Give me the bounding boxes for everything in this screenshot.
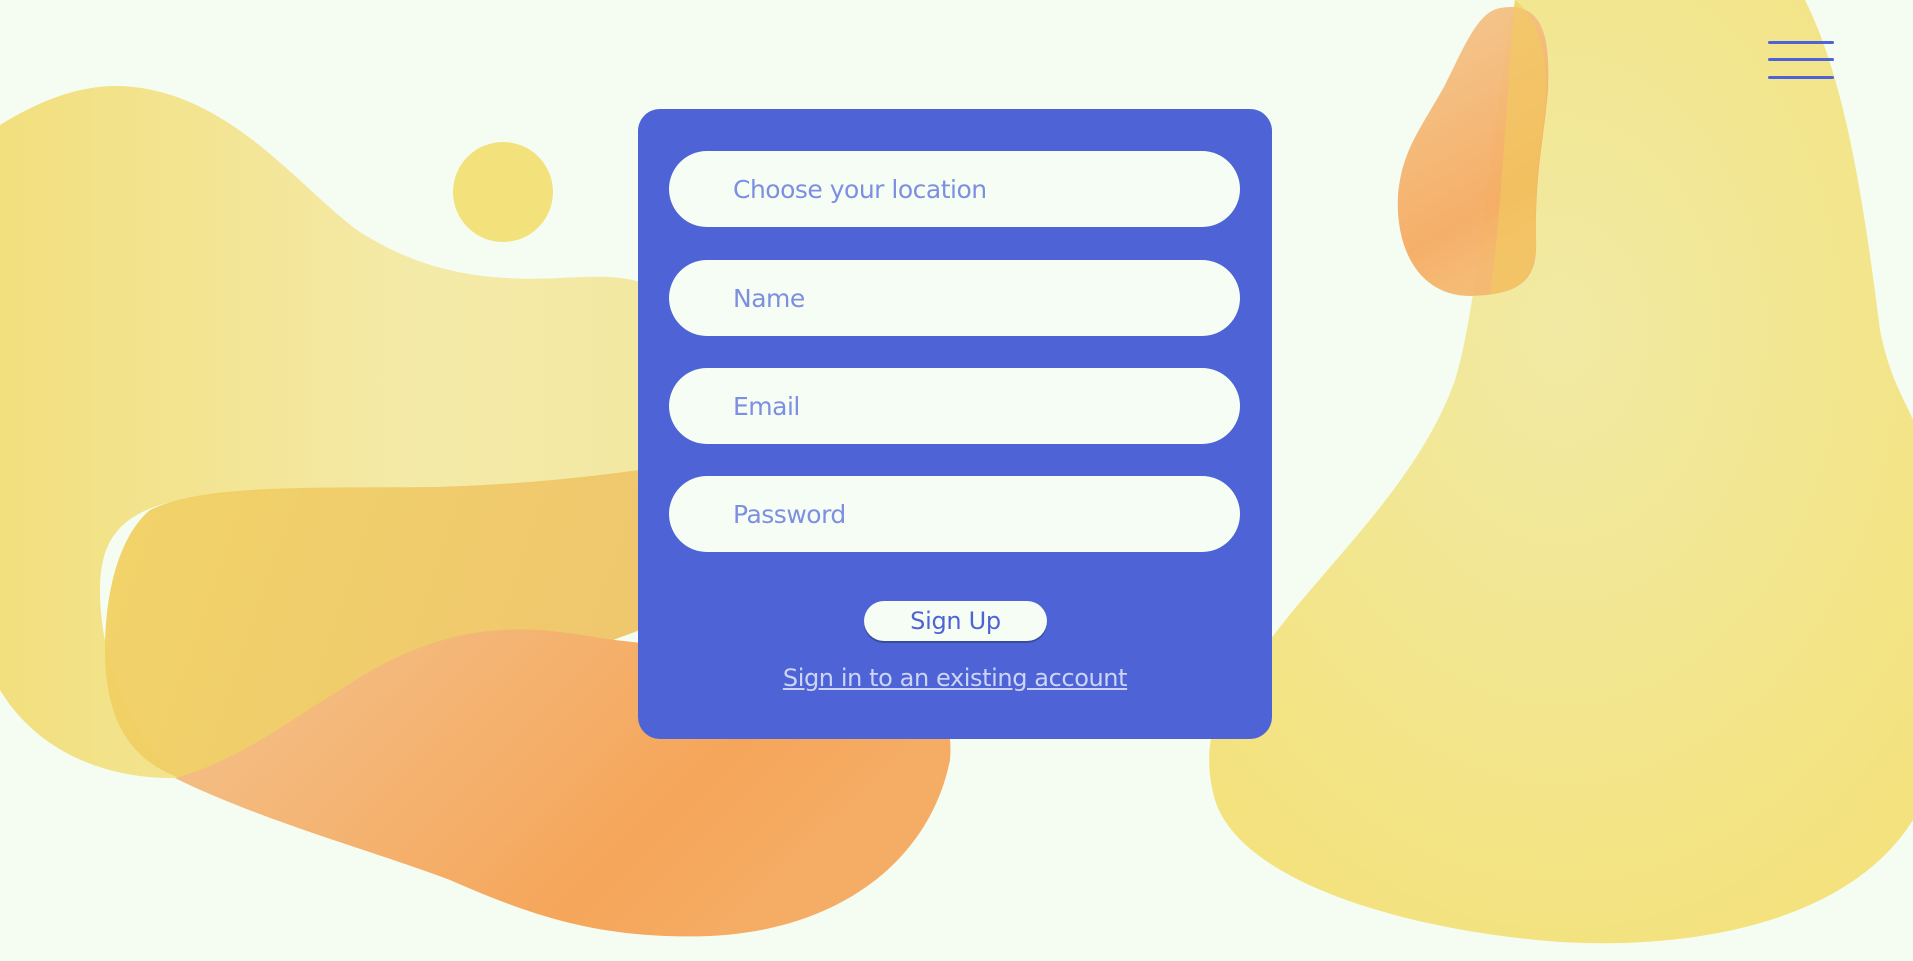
menu-bar-bottom xyxy=(1768,76,1834,79)
email-input[interactable] xyxy=(669,368,1240,444)
sign-in-link[interactable]: Sign in to an existing account xyxy=(638,664,1272,692)
location-input[interactable] xyxy=(669,151,1240,227)
page-background: Sign Up Sign in to an existing account xyxy=(0,0,1913,961)
password-input[interactable] xyxy=(669,476,1240,552)
name-field-wrapper xyxy=(669,260,1240,336)
name-input[interactable] xyxy=(669,260,1240,336)
signup-form-card: Sign Up Sign in to an existing account xyxy=(638,109,1272,739)
hamburger-menu-icon[interactable] xyxy=(1766,36,1836,84)
email-field-wrapper xyxy=(669,368,1240,444)
menu-bar-middle xyxy=(1768,58,1834,61)
menu-bar-top xyxy=(1768,41,1834,44)
sign-up-button[interactable]: Sign Up xyxy=(864,601,1047,641)
location-field-wrapper xyxy=(669,151,1240,227)
password-field-wrapper xyxy=(669,476,1240,552)
